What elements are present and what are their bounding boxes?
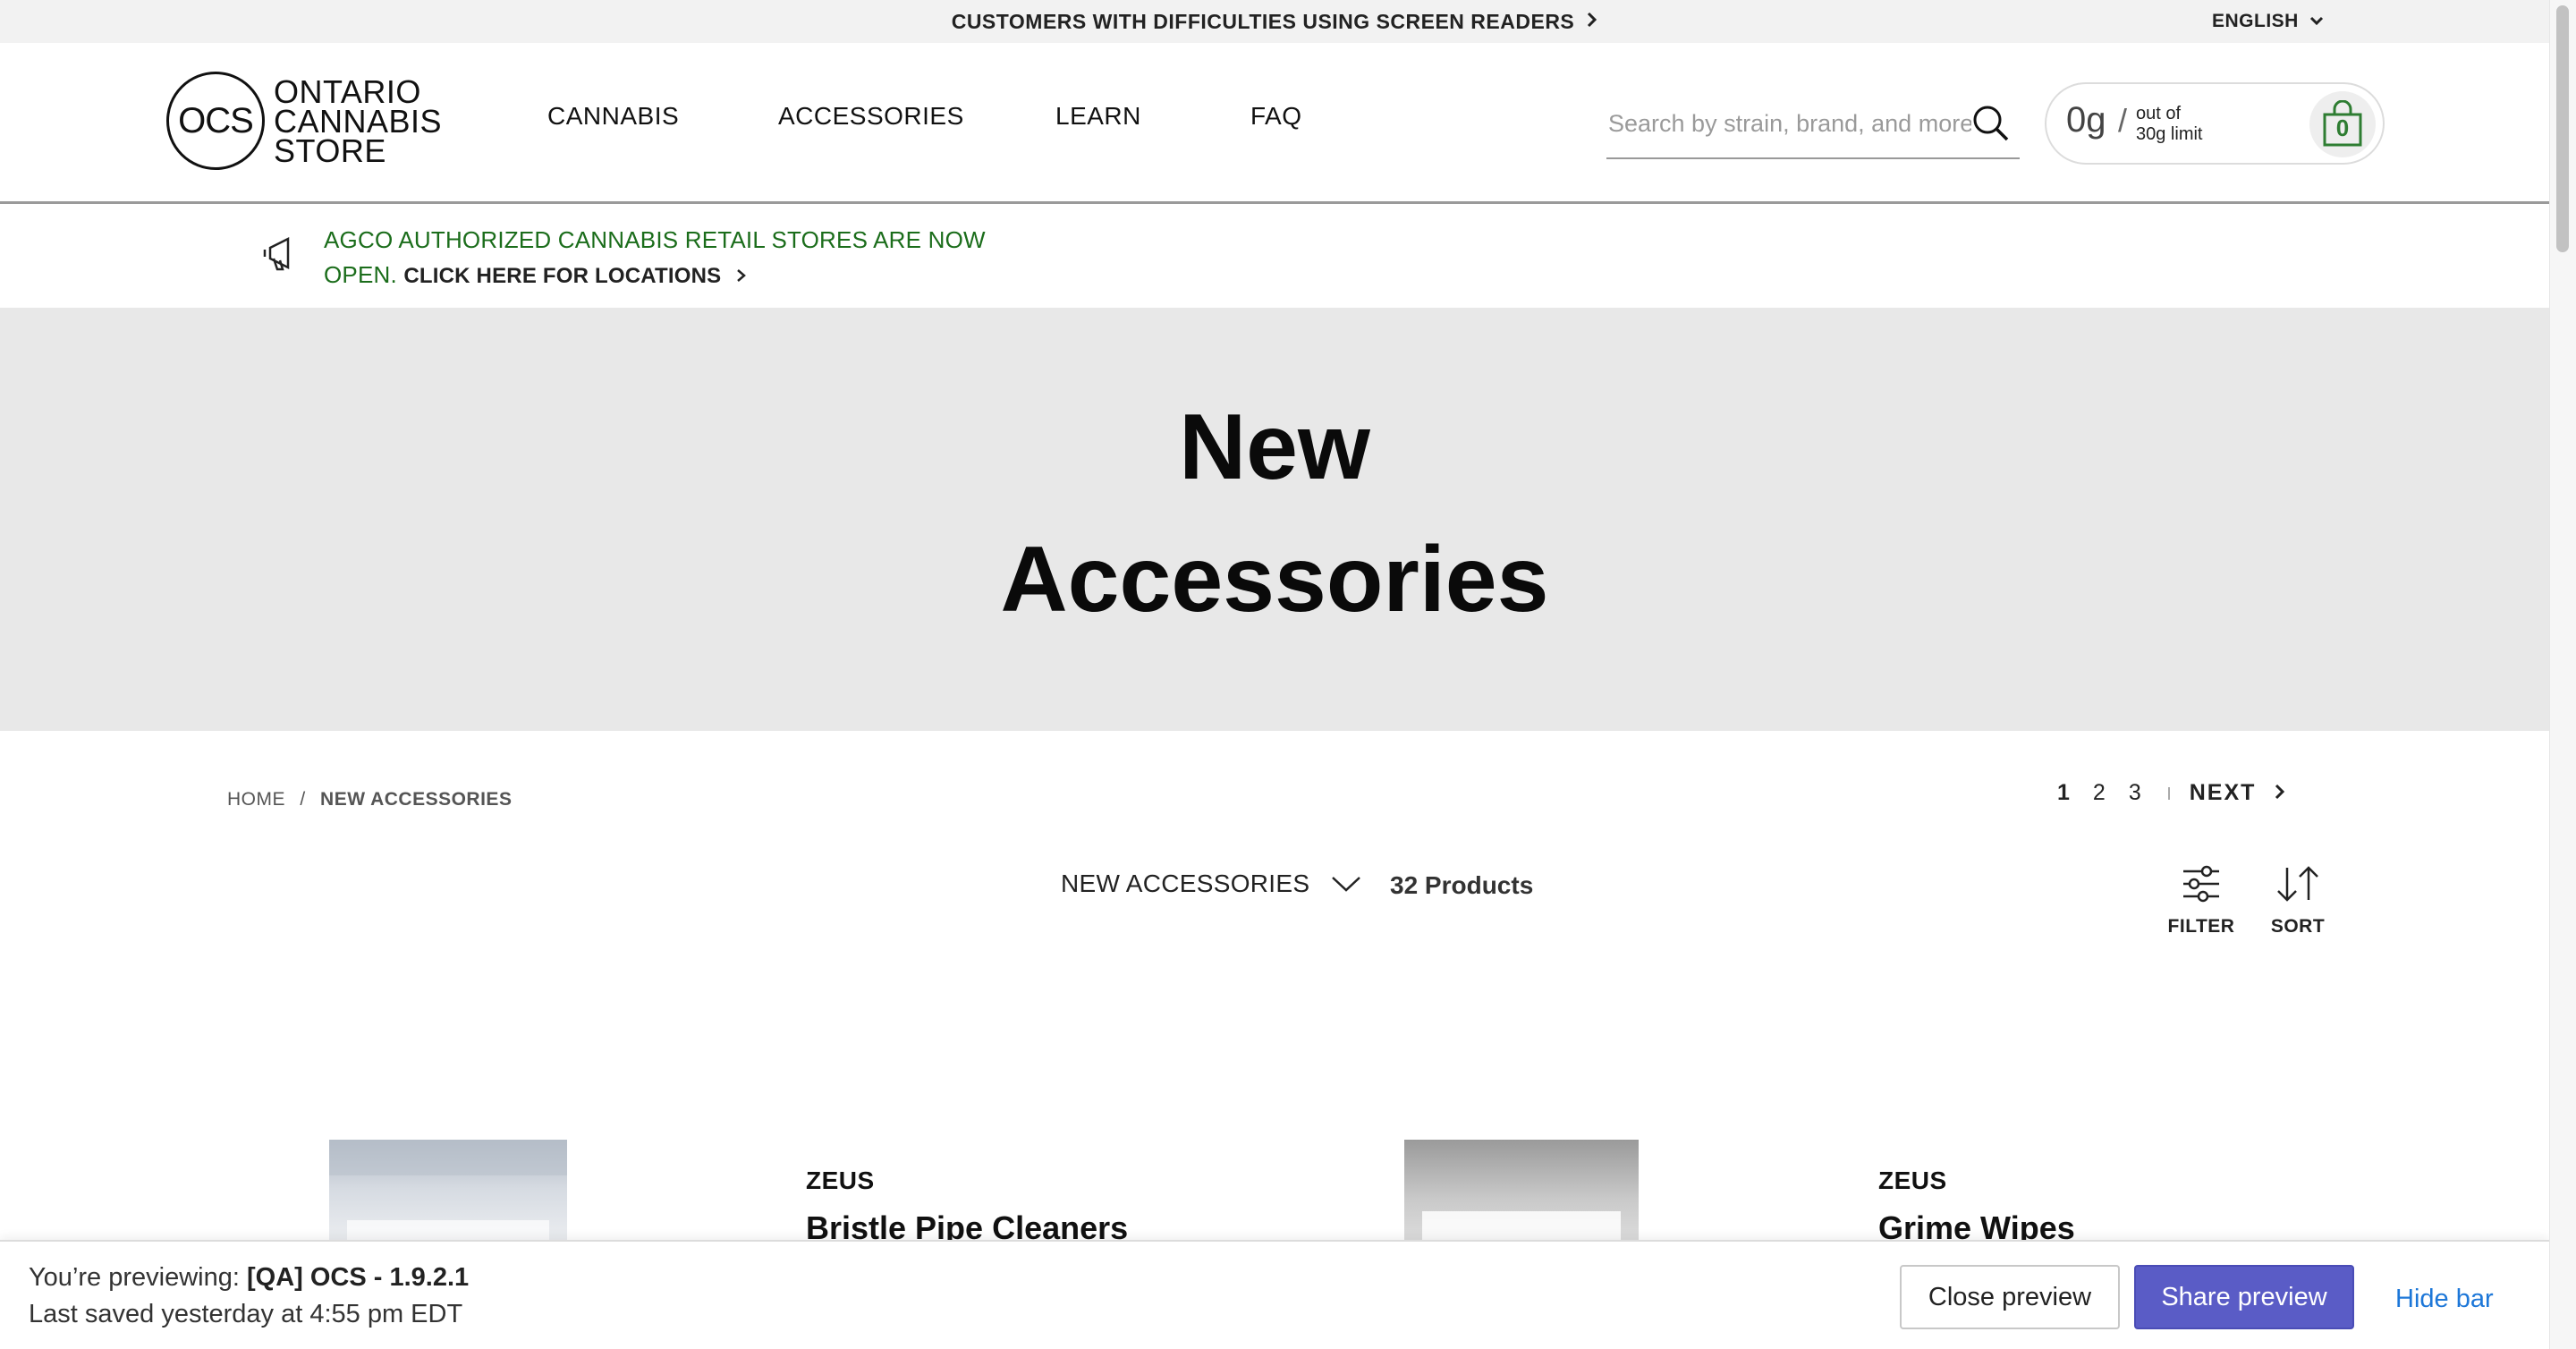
preview-label: You’re previewing: [29,1263,240,1292]
locations-link[interactable]: CLICK HERE FOR LOCATIONS [403,264,747,288]
page-link-1[interactable]: 1 [2057,780,2070,806]
language-selector[interactable]: ENGLISH [2212,0,2324,43]
cart-limit-line1: out of [2136,104,2182,123]
breadcrumb-home[interactable]: HOME [227,789,285,810]
product-brand: ZEUS [1878,1167,1947,1194]
ocs-logo[interactable]: OCS ONTARIO CANNABIS STORE [166,72,442,170]
announcement-text[interactable]: AGCO AUTHORIZED CANNABIS RETAIL STORES A… [324,223,1057,293]
chevron-right-icon [737,269,747,282]
sort-label: SORT [2270,916,2326,937]
category-selected: NEW ACCESSORIES [1061,870,1310,897]
nav-learn[interactable]: LEARN [1055,102,1141,131]
breadcrumb-separator: / [300,789,306,810]
breadcrumb: HOME / NEW ACCESSORIES [227,789,512,810]
scrollbar-thumb[interactable] [2556,5,2569,252]
filter-button[interactable]: FILTER [2161,864,2241,938]
chevron-down-icon [1332,877,1361,892]
logo-wordmark: ONTARIO CANNABIS STORE [274,72,443,169]
cart-limit-line2: 30g limit [2136,124,2203,144]
cart-grams: 0g [2066,100,2106,140]
cart-slash: / [2118,102,2128,139]
page-title-line1: New [1179,395,1370,499]
chevron-down-icon [2309,12,2324,32]
pagination-divider [2167,786,2170,800]
pagination: 1 2 3 NEXT [2057,780,2285,806]
preview-info: You’re previewing: [QA] OCS - 1.9.2.1 [29,1263,469,1293]
nav-accessories[interactable]: ACCESSORIES [778,102,964,131]
category-hero: New Accessories [0,308,2549,731]
site-header: OCS ONTARIO CANNABIS STORE CANNABIS ACCE… [0,43,2549,204]
chevron-right-icon [1587,9,1597,34]
filter-label: FILTER [2167,916,2235,937]
category-dropdown[interactable]: NEW ACCESSORIES [1061,870,1361,898]
utility-bar: CUSTOMERS WITH DIFFICULTIES USING SCREEN… [0,0,2549,43]
screen-reader-help-label: CUSTOMERS WITH DIFFICULTIES USING SCREEN… [951,9,1575,33]
cart-widget[interactable]: 0g / out of 30g limit 0 [2045,82,2385,165]
share-preview-button[interactable]: Share preview [2134,1265,2354,1329]
product-brand: ZEUS [806,1167,875,1194]
search-box [1606,98,2020,159]
hide-bar-link[interactable]: Hide bar [2395,1285,2494,1314]
logo-line: CANNABIS [274,102,443,140]
theme-preview-bar: You’re previewing: [QA] OCS - 1.9.2.1 La… [0,1240,2549,1349]
logo-line: STORE [274,132,386,169]
nav-cannabis[interactable]: CANNABIS [547,102,679,131]
announcement-banner: AGCO AUTHORIZED CANNABIS RETAIL STORES A… [0,207,2549,308]
page-title-line2: Accessories [1000,528,1549,632]
filter-icon [2183,865,2219,903]
search-input[interactable] [1606,106,1973,141]
page-link-3[interactable]: 3 [2129,780,2141,806]
page-title: New Accessories [0,381,2549,646]
sort-icon [2277,866,2318,902]
page-link-2[interactable]: 2 [2093,780,2106,806]
chevron-right-icon [2275,784,2285,800]
nav-faq[interactable]: FAQ [1250,102,1302,131]
logo-line: ONTARIO [274,72,421,110]
shopping-bag-button[interactable]: 0 [2309,91,2376,157]
next-page-link[interactable]: NEXT [2190,780,2286,806]
breadcrumb-current: NEW ACCESSORIES [320,789,513,810]
close-preview-button[interactable]: Close preview [1900,1265,2120,1329]
cart-count: 0 [2335,115,2350,141]
product-count: 32 Products [1390,871,1534,899]
preview-saved-time: Last saved yesterday at 4:55 pm EDT [29,1300,463,1328]
logo-mark: OCS [166,72,265,170]
next-page-label: NEXT [2189,780,2257,805]
sort-button[interactable]: SORT [2258,864,2338,938]
search-icon[interactable] [1971,104,2011,143]
preview-theme-name: [QA] OCS - 1.9.2.1 [246,1263,470,1292]
megaphone-icon [261,233,301,273]
cart-limit: out of 30g limit [2136,104,2202,145]
screen-reader-help-link[interactable]: CUSTOMERS WITH DIFFICULTIES USING SCREEN… [0,0,2549,43]
language-label: ENGLISH [2212,11,2299,31]
locations-link-label: CLICK HERE FOR LOCATIONS [403,264,722,288]
